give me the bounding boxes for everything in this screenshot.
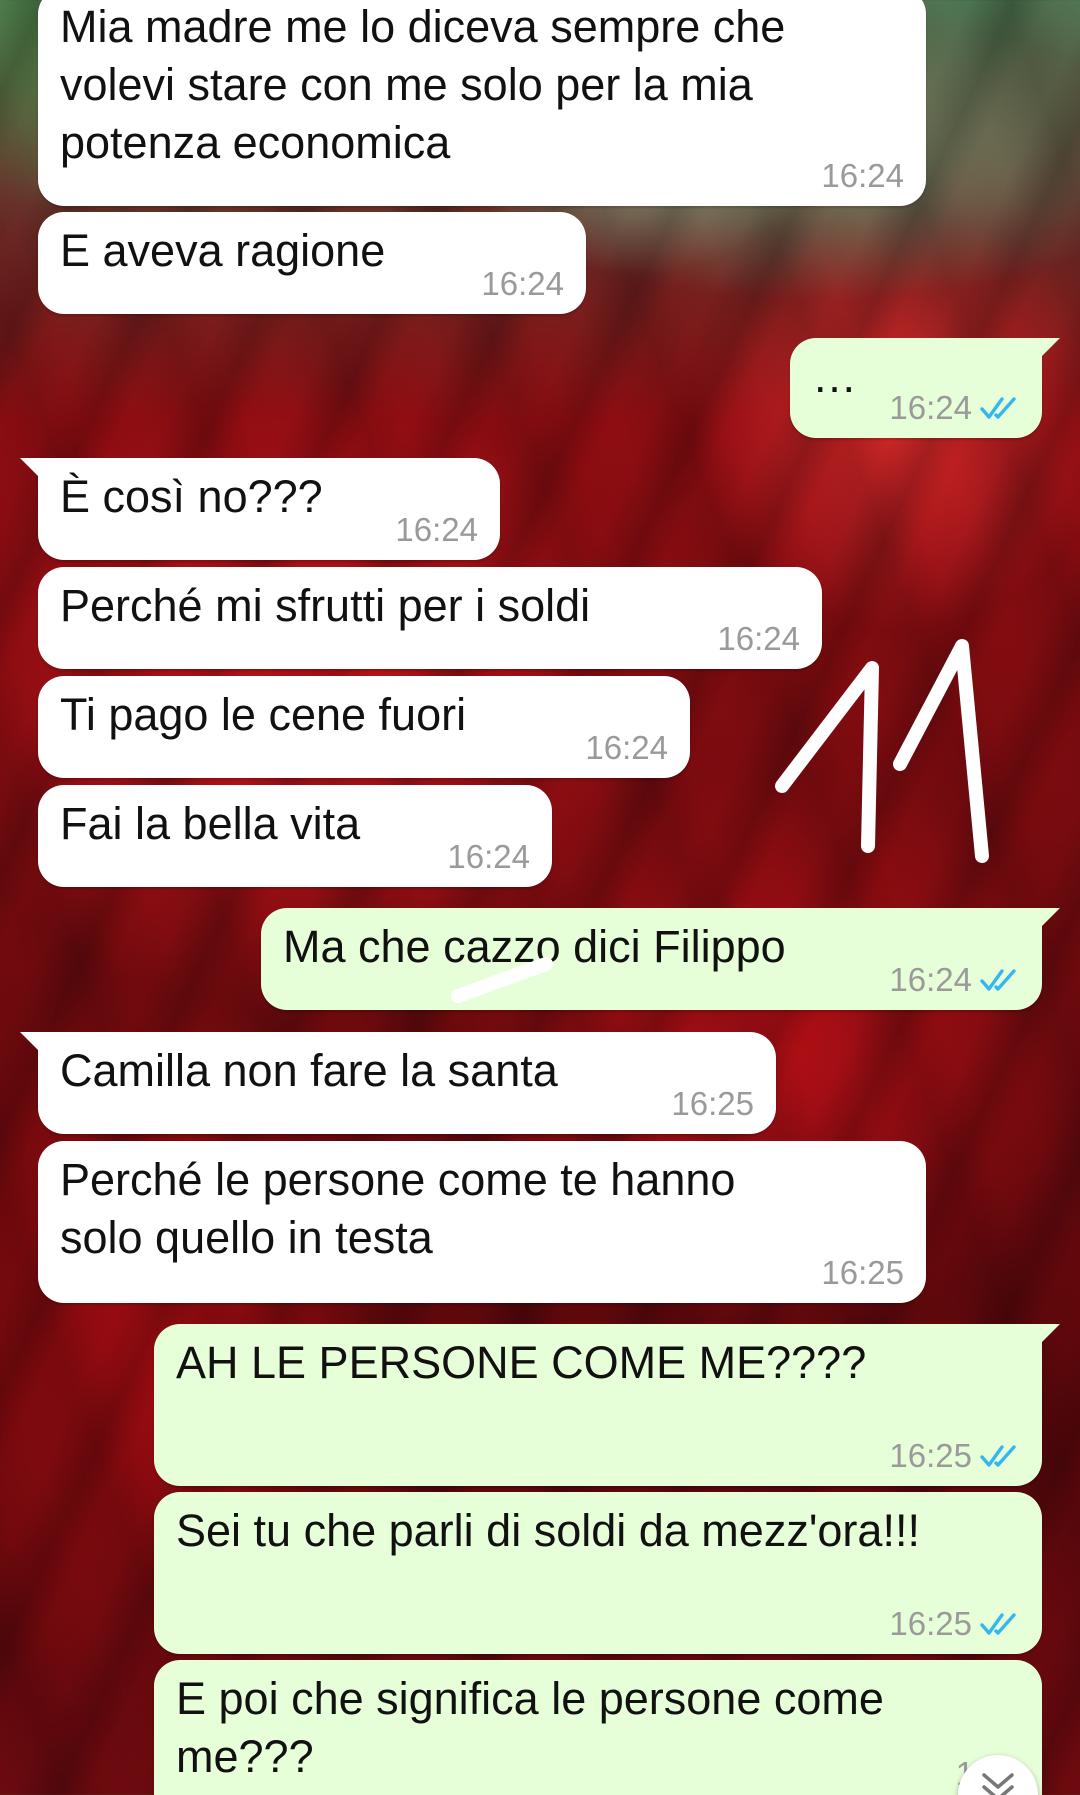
read-ticks-icon xyxy=(980,1445,1016,1467)
message-time: 16:24 xyxy=(889,961,972,998)
message-time: 16:24 xyxy=(821,157,904,194)
incoming-message[interactable]: Perché mi sfrutti per i soldi 16:24 xyxy=(38,567,822,669)
incoming-message[interactable]: Mia madre me lo diceva sempre che volevi… xyxy=(38,0,926,206)
message-time: 16:24 xyxy=(889,389,972,426)
incoming-message[interactable]: Fai la bella vita 16:24 xyxy=(38,785,552,887)
incoming-message[interactable]: Ti pago le cene fuori 16:24 xyxy=(38,676,690,778)
message-text: Ti pago le cene fuori xyxy=(60,689,467,740)
outgoing-message[interactable]: E poi che significa le persone come me??… xyxy=(154,1660,1042,1795)
message-time: 16:25 xyxy=(889,1605,972,1642)
outgoing-message[interactable]: … 16:24 xyxy=(790,338,1060,438)
read-ticks-icon xyxy=(980,969,1016,991)
message-text: E poi che significa le persone come me??… xyxy=(176,1673,884,1782)
message-time: 16:25 xyxy=(821,1254,904,1291)
message-time: 16:25 xyxy=(889,1437,972,1474)
message-time: 16:24 xyxy=(447,838,530,875)
message-time: 16:25 xyxy=(671,1085,754,1122)
double-chevron-down-icon xyxy=(982,1773,1014,1795)
read-ticks-icon xyxy=(980,1613,1016,1635)
message-time: 16:24 xyxy=(717,620,800,657)
read-ticks-icon xyxy=(980,397,1016,419)
outgoing-message[interactable]: Sei tu che parli di soldi da mezz'ora!!!… xyxy=(154,1492,1042,1654)
outgoing-message[interactable]: AH LE PERSONE COME ME???? 16:25 xyxy=(154,1324,1060,1486)
incoming-message[interactable]: Perché le persone come te hanno solo que… xyxy=(38,1141,926,1303)
message-text: Camilla non fare la santa xyxy=(60,1045,558,1096)
incoming-message[interactable]: Camilla non fare la santa 16:25 xyxy=(20,1032,776,1134)
message-time: 16:24 xyxy=(395,511,478,548)
message-time: 16:24 xyxy=(481,265,564,302)
message-text: Mia madre me lo diceva sempre che volevi… xyxy=(60,1,786,168)
incoming-message[interactable]: E aveva ragione 16:24 xyxy=(38,212,586,314)
outgoing-message[interactable]: Ma che cazzo dici Filippo 16:24 xyxy=(261,908,1060,1010)
message-text: Perché mi sfrutti per i soldi xyxy=(60,580,591,631)
message-text: Perché le persone come te hanno solo que… xyxy=(60,1154,736,1263)
incoming-message[interactable]: È così no??? 16:24 xyxy=(20,458,500,560)
message-text: AH LE PERSONE COME ME???? xyxy=(176,1337,867,1388)
message-text: Sei tu che parli di soldi da mezz'ora!!! xyxy=(176,1505,920,1556)
message-time: 16:24 xyxy=(585,729,668,766)
